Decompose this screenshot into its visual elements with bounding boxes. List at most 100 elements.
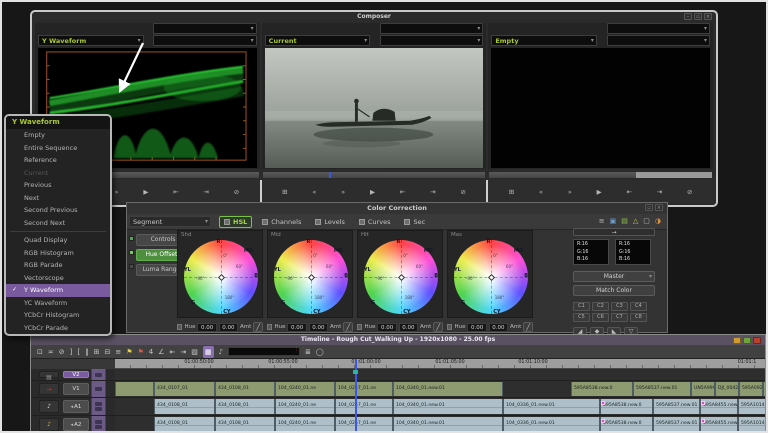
monitor-source-menu[interactable]: Empty▾: [491, 35, 597, 46]
monitor-menu[interactable]: ▾: [153, 23, 256, 34]
track-height-icon[interactable]: ≣: [305, 346, 311, 358]
clip[interactable]: 434_0108_01: [215, 399, 275, 414]
menu-item-vectorscope[interactable]: Vectorscope: [6, 272, 110, 285]
hue-wheel[interactable]: RMGBCYGYL0°60°180°-90°: [184, 240, 258, 314]
correction-slot-c8[interactable]: C8: [630, 313, 647, 322]
monitor-source-menu[interactable]: Current▾: [265, 35, 371, 46]
timeline-view-icon[interactable]: ▦: [203, 346, 214, 358]
amount-value[interactable]: 0.00: [309, 323, 328, 332]
fast-forward-button[interactable]: »: [341, 187, 345, 197]
splice-in-icon[interactable]: ‖: [85, 346, 89, 358]
clip[interactable]: 104_0340_01.new.01: [393, 417, 503, 432]
four-frame-display-icon[interactable]: 4: [149, 346, 153, 358]
audio-patch-icon[interactable]: ♪: [39, 418, 59, 431]
menu-item-empty[interactable]: Empty: [6, 129, 110, 142]
correction-slot-c1[interactable]: C1: [573, 302, 590, 311]
clip[interactable]: 104_0336_01.new.01: [503, 417, 600, 432]
slip-trim-icon[interactable]: ∠: [158, 346, 164, 358]
clip[interactable]: 104_0240_01.ne: [275, 382, 335, 396]
scopes-icon[interactable]: ▤: [621, 217, 628, 226]
clip[interactable]: 104_0340_01.new.01: [393, 382, 503, 396]
segment-selector[interactable]: Segment ▾: [129, 216, 211, 227]
hue-checkbox[interactable]: [177, 324, 182, 330]
add-marker-red-icon[interactable]: ⚑: [138, 346, 144, 358]
clip[interactable]: 104_0257_01.ne: [335, 417, 393, 432]
clip[interactable]: 104_0336_01.new.01: [503, 399, 600, 414]
menu-item-second-previous[interactable]: Second Previous: [6, 204, 110, 217]
clip[interactable]: 595A8455.new.01: [700, 399, 738, 414]
clear-marks-button[interactable]: ⊘: [460, 187, 465, 197]
clip[interactable]: UN5A9992.ne: [691, 382, 715, 396]
track-button-a2[interactable]: ◂A2: [63, 418, 89, 431]
trim-left-icon[interactable]: ⇤: [170, 346, 176, 358]
hue-wheel[interactable]: RMGBCYGYL0°60°180°-90°: [274, 240, 348, 314]
hue-wheel[interactable]: RMGBCYGYL0°60°180°-90°: [454, 240, 528, 314]
clip[interactable]: 104_0240_01.ne: [275, 417, 335, 432]
eyedropper-icon[interactable]: ╱: [523, 322, 533, 332]
tab-channels[interactable]: Channels: [258, 216, 305, 228]
segment-mode-icon[interactable]: ▧: [191, 346, 198, 358]
track-mini-toggle[interactable]: [95, 425, 102, 429]
clip[interactable]: 434_0108_01: [154, 417, 215, 432]
enable-checkbox[interactable]: [129, 250, 134, 255]
hue-value[interactable]: 0.00: [377, 323, 396, 332]
video-patch-icon[interactable]: →: [39, 383, 59, 395]
timecode-ruler[interactable]: 01:00:50:0001:00:55:0001:01:00:0001:01:0…: [115, 359, 765, 369]
track-lane-v1[interactable]: 434_0107_01434_0108_01104_0240_01.ne104_…: [115, 381, 765, 397]
track-monitor-icon[interactable]: ▤: [39, 371, 59, 378]
track-button-v2[interactable]: V2: [63, 371, 89, 378]
track-mini-toggle[interactable]: [95, 407, 102, 411]
mark-out-icon[interactable]: ]: [70, 346, 73, 358]
rgb-swatch[interactable]: R:16G:16B:16: [615, 239, 651, 265]
dual-split-icon[interactable]: ◑: [655, 217, 661, 226]
track-enable-cell[interactable]: [91, 416, 106, 433]
trim-right-icon[interactable]: ⇥: [180, 346, 186, 358]
go-to-previous-edit-button[interactable]: ⇤: [173, 187, 178, 197]
close-button[interactable]: [753, 337, 761, 344]
track-lane-v2[interactable]: [115, 369, 765, 380]
restore-button[interactable]: [743, 337, 751, 344]
clip[interactable]: 595A0929.new.01: [739, 382, 763, 396]
loop-icon[interactable]: ◯: [316, 346, 324, 358]
overwrite-icon[interactable]: ⊞: [94, 346, 100, 358]
position-bar-playhead[interactable]: [329, 172, 331, 178]
clip[interactable]: 434_0108_01: [154, 399, 215, 414]
match-color-button[interactable]: Match Color: [573, 285, 655, 296]
hue-checkbox[interactable]: [267, 324, 272, 330]
clip[interactable]: 104_0340_01.new.01: [393, 399, 503, 414]
clip[interactable]: 595A8537.new.01: [653, 417, 700, 432]
clear-marks-button[interactable]: ⊘: [234, 187, 239, 197]
correction-slot-c3[interactable]: C3: [611, 302, 628, 311]
play-button[interactable]: ▶: [143, 187, 148, 197]
monitor-menu[interactable]: ▾: [607, 35, 710, 46]
clip-filler[interactable]: [115, 382, 154, 396]
tab-sec[interactable]: Sec: [400, 216, 429, 228]
rgb-swatch[interactable]: R:16G:16B:16: [573, 239, 609, 265]
clip[interactable]: 595A1014.new.01: [738, 399, 765, 414]
track-enable-cell[interactable]: [91, 369, 106, 380]
position-bar[interactable]: [488, 171, 713, 179]
position-bar[interactable]: [262, 171, 487, 179]
tab-levels[interactable]: Levels: [311, 216, 349, 228]
go-to-next-edit-button[interactable]: ⇥: [430, 187, 435, 197]
go-to-next-edit-button[interactable]: ⇥: [203, 187, 208, 197]
menu-item-ycbcr-parade[interactable]: YCbCr Parade: [6, 322, 110, 335]
no-marks-icon[interactable]: ⊘: [59, 346, 65, 358]
menu-item-rgb-parade[interactable]: RGB Parade: [6, 259, 110, 272]
bucket-dropdown[interactable]: Master ▾: [573, 271, 655, 282]
hue-wheel[interactable]: RMGBCYGYL0°60°180°-90°: [364, 240, 438, 314]
enable-checkbox[interactable]: [129, 264, 134, 269]
track-lane-a2[interactable]: 434_0108_01434_0108_01104_0240_01.ne104_…: [115, 416, 765, 433]
eyedropper-icon[interactable]: ╱: [253, 322, 263, 332]
tab-hsl[interactable]: HSL: [219, 216, 252, 228]
timecode-display[interactable]: [228, 347, 300, 356]
enable-checkbox[interactable]: [129, 236, 134, 241]
correction-slot-c2[interactable]: C2: [592, 302, 609, 311]
extract-icon[interactable]: ⊟: [104, 346, 110, 358]
correction-slot-c5[interactable]: C5: [573, 313, 590, 322]
clip[interactable]: 595A8455.new.01: [700, 417, 738, 432]
clip[interactable]: 104_0257_01.ne: [335, 399, 393, 414]
hue-value[interactable]: 0.00: [197, 323, 216, 332]
amount-value[interactable]: 0.00: [219, 323, 238, 332]
eyedropper-icon[interactable]: ╱: [433, 322, 443, 332]
